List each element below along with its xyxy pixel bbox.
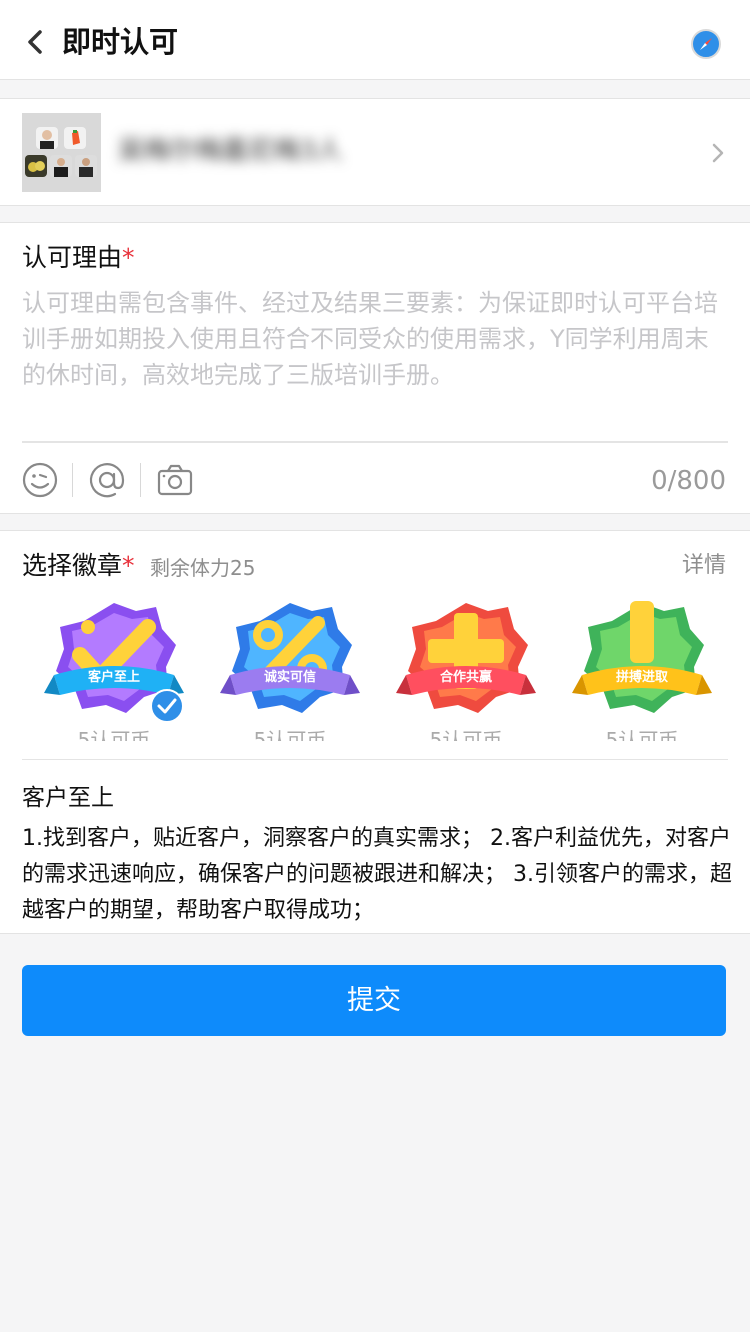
reason-label: 认可理由* xyxy=(22,241,135,275)
badge-ribbon-label: 合作共赢 xyxy=(439,670,492,685)
compass-icon[interactable] xyxy=(690,28,722,60)
camera-icon[interactable] xyxy=(155,460,195,500)
percent-badge-icon xyxy=(220,603,360,713)
group-avatar xyxy=(22,113,101,192)
badge-cost: 5认可币 xyxy=(429,728,503,741)
tool-separator xyxy=(140,463,141,497)
badge-list: 客户至上 5认可币 诚实可信 5认可币 合作共赢 5认可币 拼搏进取 5认可币 xyxy=(0,597,750,741)
exclamation-badge-icon xyxy=(572,601,712,713)
member-avatar xyxy=(36,127,58,149)
reason-input[interactable] xyxy=(22,285,728,435)
divider xyxy=(22,759,728,760)
member-avatar xyxy=(25,155,47,177)
member-avatar xyxy=(75,155,97,177)
plus-badge-icon xyxy=(396,603,536,713)
badge-label: 选择徽章* xyxy=(22,549,135,583)
selected-badge-description: 1.找到客户，贴近客户，洞察客户的真实需求； 2.客户利益优先，对客户的需求迅速… xyxy=(22,826,732,923)
member-avatar xyxy=(50,155,72,177)
recipient-selector[interactable]: 吴梅尔梅嘉尼梅3人 xyxy=(0,98,750,206)
selected-check-icon xyxy=(150,689,184,723)
required-mark: * xyxy=(122,551,135,580)
reason-section: 认可理由* 0/800 xyxy=(0,222,750,514)
char-counter: 0/800 xyxy=(651,466,726,496)
badge-ribbon-label: 拼搏进取 xyxy=(615,670,668,685)
badge-cost: 5认可币 xyxy=(77,728,151,741)
member-avatar xyxy=(64,127,86,149)
emoji-icon[interactable] xyxy=(20,460,60,500)
badge-honesty[interactable]: 诚实可信 5认可币 xyxy=(220,597,360,741)
divider xyxy=(22,441,728,443)
badge-win-win[interactable]: 合作共赢 5认可币 xyxy=(396,597,536,741)
page-title: 即时认可 xyxy=(62,25,179,59)
reason-label-text: 认可理由 xyxy=(22,243,123,272)
badge-label-text: 选择徽章 xyxy=(22,551,123,580)
tool-separator xyxy=(72,463,73,497)
back-arrow-icon[interactable] xyxy=(20,24,52,60)
badge-cost: 5认可币 xyxy=(253,728,327,741)
selected-badge-title: 客户至上 xyxy=(22,785,114,811)
badge-ribbon-label: 诚实可信 xyxy=(263,670,316,685)
submit-button[interactable]: 提交 xyxy=(22,965,726,1036)
at-icon[interactable] xyxy=(87,460,127,500)
nav-bar: 即时认可 xyxy=(0,0,750,80)
recipient-name: 吴梅尔梅嘉尼梅3人 xyxy=(118,136,343,166)
remaining-energy: 剩余体力25 xyxy=(150,556,256,580)
detail-link[interactable]: 详情 xyxy=(682,549,726,583)
badge-section: 选择徽章* 剩余体力25 详情 客户至上 5认可币 诚实可信 5认可币 合作共赢… xyxy=(0,530,750,934)
badge-cost: 5认可币 xyxy=(605,728,679,741)
chevron-right-icon xyxy=(712,143,724,163)
badge-ribbon-label: 客户至上 xyxy=(87,670,140,685)
required-mark: * xyxy=(122,243,135,272)
badge-striving[interactable]: 拼搏进取 5认可币 xyxy=(572,597,712,741)
